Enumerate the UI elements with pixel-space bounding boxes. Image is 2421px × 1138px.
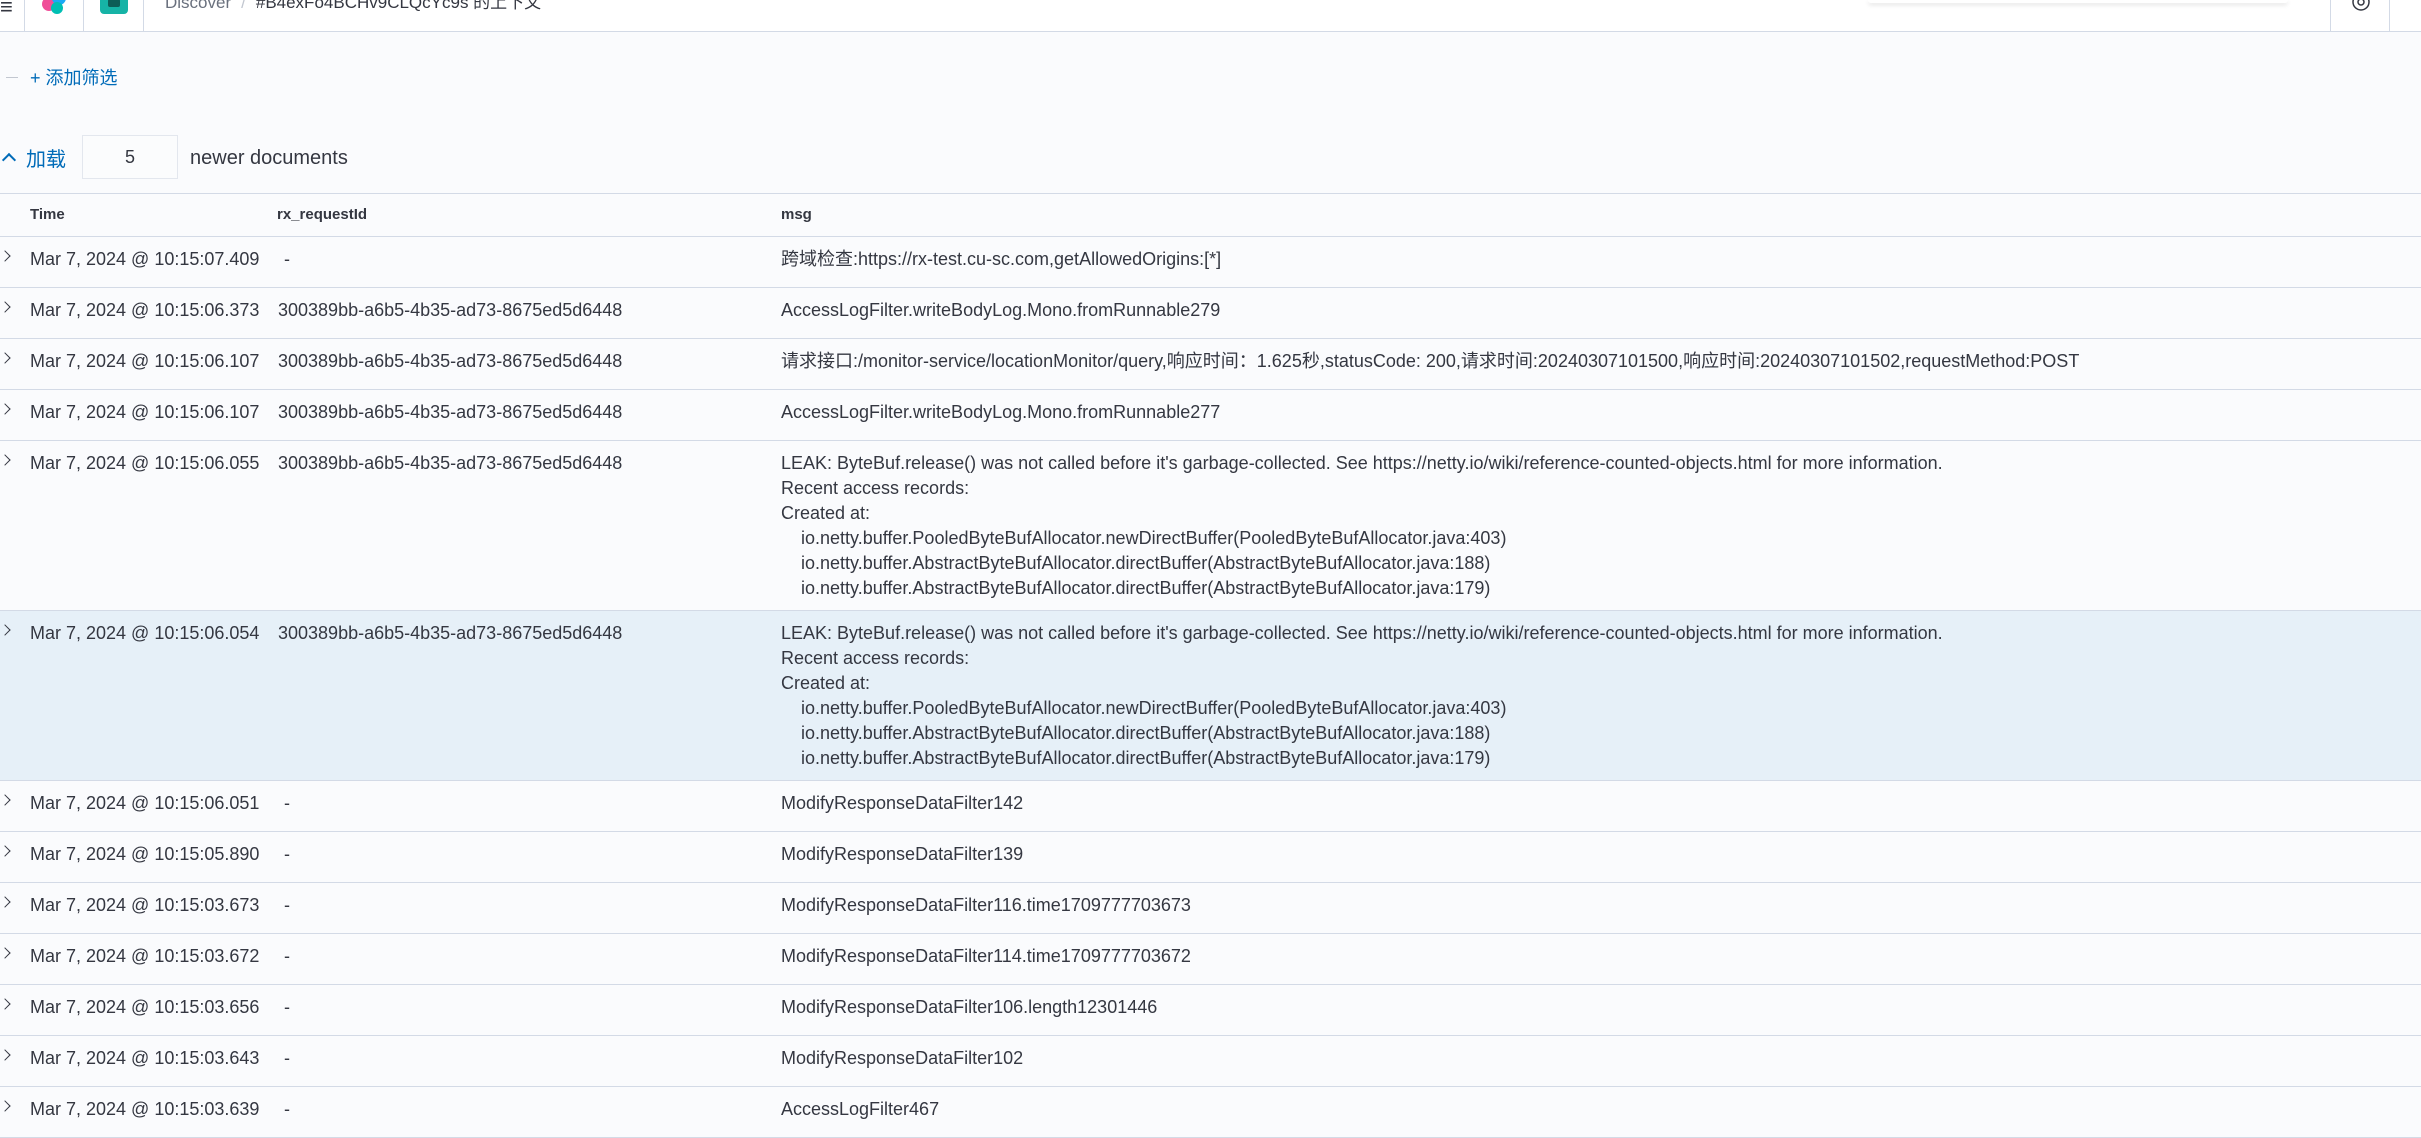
table-row: Mar 7, 2024 @ 10:15:03.673 - ModifyRespons…: [0, 883, 2421, 934]
cell-time: Mar 7, 2024 @ 10:15:03.672: [30, 946, 260, 966]
expand-row-chevron-icon[interactable]: [0, 1049, 11, 1061]
table-row: Mar 7, 2024 @ 10:15:05.890 - ModifyRespons…: [0, 832, 2421, 883]
cell-msg: AccessLogFilter.writeBodyLog.Mono.fromRu…: [781, 300, 1221, 320]
table-row: Mar 7, 2024 @ 10:15:06.051 - ModifyRespons…: [0, 781, 2421, 832]
cell-msg: 跨域检查:https://rx-test.cu-sc.com,getAllowe…: [781, 249, 1222, 269]
cell-time: Mar 7, 2024 @ 10:15:06.107: [30, 351, 260, 371]
space-selector[interactable]: [84, 0, 144, 31]
table-row: Mar 7, 2024 @ 10:15:06.054 300389bb-a6b5-…: [0, 611, 2421, 781]
cell-rx-requestid: -: [284, 793, 290, 813]
cell-msg: ModifyResponseDataFilter102: [781, 1048, 1024, 1068]
cell-msg: ModifyResponseDataFilter139: [781, 844, 1024, 864]
logo-button[interactable]: [24, 0, 84, 31]
cell-rx-requestid: 300389bb-a6b5-4b35-ad73-8675ed5d6448: [278, 453, 623, 473]
table-row: Mar 7, 2024 @ 10:15:07.409 - 跨域检查:https://…: [0, 237, 2421, 288]
cell-rx-requestid: -: [284, 1048, 290, 1068]
expand-row-chevron-icon[interactable]: [0, 352, 11, 364]
table-row: Mar 7, 2024 @ 10:15:03.656 - ModifyRespons…: [0, 985, 2421, 1036]
table-row: Mar 7, 2024 @ 10:15:06.373 300389bb-a6b5-…: [0, 288, 2421, 339]
newer-documents-label: newer documents: [190, 147, 348, 169]
cell-msg: ModifyResponseDataFilter106.length123014…: [781, 997, 1158, 1017]
cell-msg: LEAK: ByteBuf.release() was not called b…: [781, 453, 1943, 598]
expand-row-chevron-icon[interactable]: [0, 998, 11, 1010]
expand-row-chevron-icon[interactable]: [0, 624, 11, 636]
cell-msg: ModifyResponseDataFilter114.time17097777…: [781, 946, 1191, 966]
cell-rx-requestid: -: [284, 249, 290, 269]
menu-icon[interactable]: ≡: [0, 0, 13, 18]
cell-time: Mar 7, 2024 @ 10:15:06.051: [30, 793, 260, 813]
help-icon: [2352, 0, 2370, 11]
cell-time: Mar 7, 2024 @ 10:15:06.373: [30, 300, 260, 320]
newer-count-input[interactable]: [82, 135, 178, 179]
top-nav-bar: ≡ Discover / #B4exFo4BCHv9CLQcYc9s 的上下文: [0, 0, 2421, 32]
header-search-popover: [1868, 0, 2288, 3]
chevron-up-icon: [1, 152, 17, 168]
cell-time: Mar 7, 2024 @ 10:15:03.656: [30, 997, 260, 1017]
cell-rx-requestid: 300389bb-a6b5-4b35-ad73-8675ed5d6448: [278, 402, 623, 422]
cell-time: Mar 7, 2024 @ 10:15:03.643: [30, 1048, 260, 1068]
breadcrumb-current: #B4exFo4BCHv9CLQcYc9s 的上下文: [255, 0, 542, 12]
breadcrumb-discover-link[interactable]: Discover: [165, 0, 231, 12]
cell-rx-requestid: -: [284, 844, 290, 864]
cell-rx-requestid: -: [284, 895, 290, 915]
cell-time: Mar 7, 2024 @ 10:15:06.054: [30, 623, 260, 643]
cell-rx-requestid: 300389bb-a6b5-4b35-ad73-8675ed5d6448: [278, 623, 623, 643]
cell-time: Mar 7, 2024 @ 10:15:05.890: [30, 844, 260, 864]
cell-msg: AccessLogFilter.writeBodyLog.Mono.fromRu…: [781, 402, 1221, 422]
column-header-msg[interactable]: msg: [781, 206, 812, 223]
cell-time: Mar 7, 2024 @ 10:15:03.673: [30, 895, 260, 915]
space-avatar-icon: [100, 0, 128, 14]
cell-msg: AccessLogFilter467: [781, 1099, 940, 1119]
column-header-time[interactable]: Time: [30, 206, 65, 223]
table-row: Mar 7, 2024 @ 10:15:03.672 - ModifyRespons…: [0, 934, 2421, 985]
kibana-logo-icon: [42, 0, 66, 14]
table-header: Time rx_requestId msg: [0, 193, 2421, 237]
table-row: Mar 7, 2024 @ 10:15:03.643 - ModifyRespons…: [0, 1036, 2421, 1087]
add-filter-button[interactable]: + 添加筛选: [30, 64, 118, 90]
expand-row-chevron-icon[interactable]: [0, 1100, 11, 1112]
cell-msg: ModifyResponseDataFilter116.time17097777…: [781, 895, 1191, 915]
cell-time: Mar 7, 2024 @ 10:15:03.639: [30, 1099, 260, 1119]
expand-row-chevron-icon[interactable]: [0, 794, 11, 806]
document-table-body: Mar 7, 2024 @ 10:15:07.409 - 跨域检查:https://…: [0, 237, 2421, 1138]
column-header-rx-requestid[interactable]: rx_requestId: [277, 206, 367, 223]
table-row: Mar 7, 2024 @ 10:15:06.107 300389bb-a6b5-…: [0, 339, 2421, 390]
table-row: Mar 7, 2024 @ 10:15:03.639 - AccessLogFilt…: [0, 1087, 2421, 1138]
load-newer-button[interactable]: 加载: [0, 144, 66, 171]
expand-row-chevron-icon[interactable]: [0, 301, 11, 313]
cell-rx-requestid: 300389bb-a6b5-4b35-ad73-8675ed5d6448: [278, 300, 623, 320]
expand-row-chevron-icon[interactable]: [0, 845, 11, 857]
cell-time: Mar 7, 2024 @ 10:15:06.055: [30, 453, 260, 473]
cell-msg: 请求接口:/monitor-service/locationMonitor/qu…: [781, 351, 2080, 371]
cell-msg: ModifyResponseDataFilter142: [781, 793, 1024, 813]
expand-row-chevron-icon[interactable]: [0, 896, 11, 908]
filter-divider: [6, 77, 18, 78]
table-row: Mar 7, 2024 @ 10:15:06.055 300389bb-a6b5-…: [0, 441, 2421, 611]
cell-rx-requestid: 300389bb-a6b5-4b35-ad73-8675ed5d6448: [278, 351, 623, 371]
cell-rx-requestid: -: [284, 1099, 290, 1119]
cell-msg: LEAK: ByteBuf.release() was not called b…: [781, 623, 1943, 768]
help-button[interactable]: [2330, 0, 2390, 31]
cell-rx-requestid: -: [284, 997, 290, 1017]
expand-row-chevron-icon[interactable]: [0, 403, 11, 415]
table-row: Mar 7, 2024 @ 10:15:06.107 300389bb-a6b5-…: [0, 390, 2421, 441]
breadcrumb: Discover / #B4exFo4BCHv9CLQcYc9s 的上下文: [165, 0, 541, 13]
breadcrumb-separator: /: [241, 0, 246, 12]
cell-rx-requestid: -: [284, 946, 290, 966]
expand-row-chevron-icon[interactable]: [0, 454, 11, 466]
load-newer-label: 加载: [26, 148, 66, 171]
cell-time: Mar 7, 2024 @ 10:15:07.409: [30, 249, 260, 269]
cell-time: Mar 7, 2024 @ 10:15:06.107: [30, 402, 260, 422]
expand-row-chevron-icon[interactable]: [0, 947, 11, 959]
expand-row-chevron-icon[interactable]: [0, 250, 11, 262]
